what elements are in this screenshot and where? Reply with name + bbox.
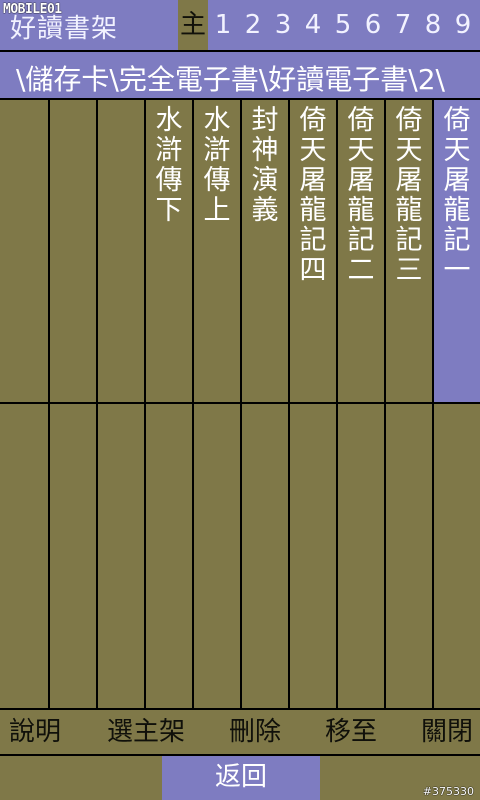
shelf-divider bbox=[336, 100, 338, 708]
tab-main[interactable]: 主 bbox=[178, 0, 208, 50]
tab-6[interactable]: 6 bbox=[358, 0, 388, 50]
folder-path: \儲存卡\完全電子書\好讀電子書\2\ bbox=[16, 63, 445, 96]
book-title: 倚天屠龍記三 bbox=[395, 105, 423, 286]
tab-7[interactable]: 7 bbox=[388, 0, 418, 50]
shelf-tabs: 主 1 2 3 4 5 6 7 8 9 bbox=[178, 0, 478, 50]
book-heaven-sword-4[interactable]: 倚天屠龍記四 bbox=[290, 100, 336, 402]
delete-button[interactable]: 刪除 bbox=[222, 712, 288, 752]
book-title: 水滸傳下 bbox=[155, 105, 183, 226]
book-slot-1[interactable] bbox=[0, 100, 46, 402]
close-button[interactable]: 關閉 bbox=[416, 712, 478, 752]
book-heaven-sword-3[interactable]: 倚天屠龍記三 bbox=[386, 100, 432, 402]
book-title: 封神演義 bbox=[251, 105, 279, 226]
divider bbox=[0, 708, 480, 710]
book-title: 水滸傳上 bbox=[203, 105, 231, 226]
book-water-margin-2[interactable]: 水滸傳下 bbox=[146, 100, 192, 402]
shelf-divider bbox=[96, 100, 98, 708]
book-title: 倚天屠龍記四 bbox=[299, 105, 327, 286]
shelf-divider bbox=[192, 100, 194, 708]
path-bar: \儲存卡\完全電子書\好讀電子書\2\ bbox=[0, 52, 480, 98]
mobile01-logo: MOBILE01 bbox=[3, 2, 62, 17]
book-slot-3[interactable] bbox=[98, 100, 144, 402]
shelf-divider bbox=[0, 402, 480, 404]
book-water-margin-1[interactable]: 水滸傳上 bbox=[194, 100, 240, 402]
book-investiture-of-gods[interactable]: 封神演義 bbox=[242, 100, 288, 402]
shelf-divider bbox=[288, 100, 290, 708]
tab-3[interactable]: 3 bbox=[268, 0, 298, 50]
tab-4[interactable]: 4 bbox=[298, 0, 328, 50]
watermark: #375330 bbox=[422, 785, 474, 798]
move-to-button[interactable]: 移至 bbox=[318, 712, 384, 752]
shelf-divider bbox=[144, 100, 146, 708]
shelf-divider bbox=[240, 100, 242, 708]
book-heaven-sword-2[interactable]: 倚天屠龍記二 bbox=[338, 100, 384, 402]
tab-5[interactable]: 5 bbox=[328, 0, 358, 50]
select-main-shelf-button[interactable]: 選主架 bbox=[98, 712, 194, 752]
book-title: 倚天屠龍記二 bbox=[347, 105, 375, 286]
header-bar: 好讀書架 MOBILE01 主 1 2 3 4 5 6 7 8 9 bbox=[0, 0, 480, 50]
help-button[interactable]: 說明 bbox=[4, 712, 66, 752]
book-title: 倚天屠龍記一 bbox=[443, 105, 471, 286]
book-heaven-sword-1[interactable]: 倚天屠龍記一 bbox=[434, 100, 480, 402]
tab-1[interactable]: 1 bbox=[208, 0, 238, 50]
shelf-divider bbox=[384, 100, 386, 708]
back-button[interactable]: 返回 bbox=[162, 756, 320, 800]
shelf-divider bbox=[432, 100, 434, 708]
shelf-divider bbox=[48, 100, 50, 708]
tab-2[interactable]: 2 bbox=[238, 0, 268, 50]
bookshelf-grid: 水滸傳下 水滸傳上 封神演義 倚天屠龍記四 倚天屠龍記二 倚天屠龍記三 倚天屠龍… bbox=[0, 100, 480, 708]
tab-8[interactable]: 8 bbox=[418, 0, 448, 50]
book-slot-2[interactable] bbox=[50, 100, 96, 402]
tab-9[interactable]: 9 bbox=[448, 0, 478, 50]
